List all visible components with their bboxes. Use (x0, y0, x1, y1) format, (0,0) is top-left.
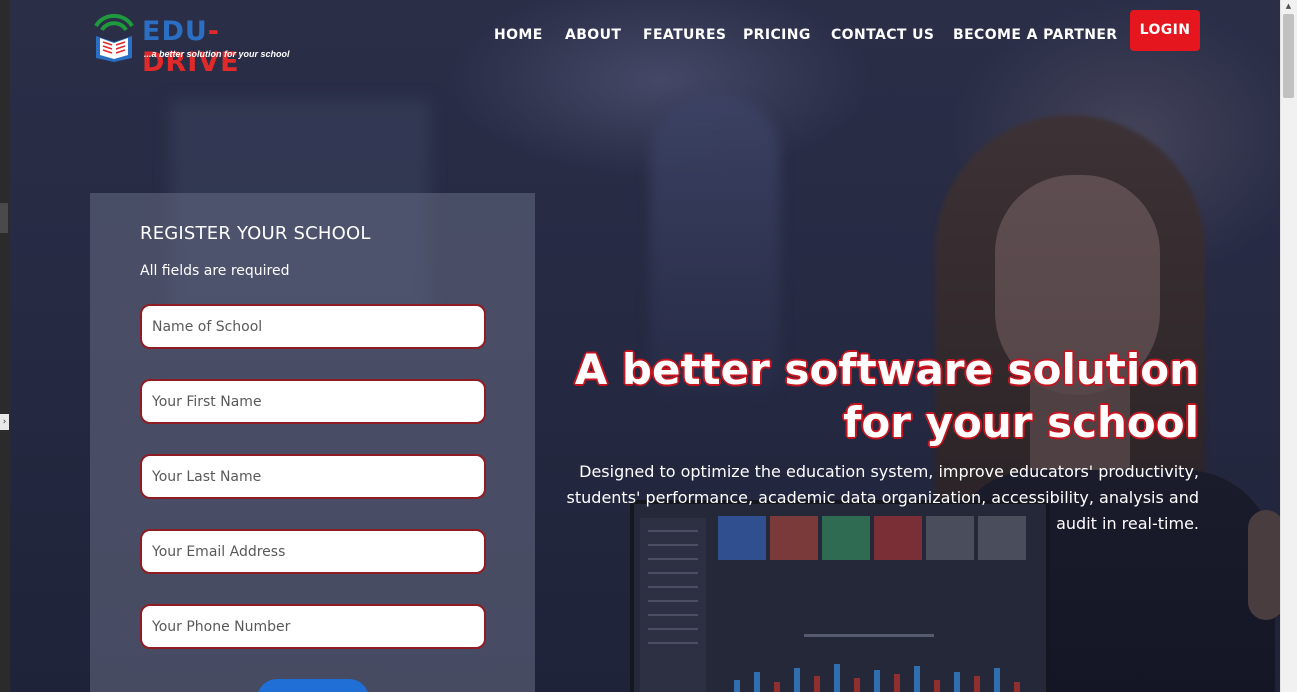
side-panel-tab[interactable] (0, 203, 8, 233)
hero-person-hand (1248, 510, 1280, 620)
register-title: REGISTER YOUR SCHOOL (140, 223, 371, 244)
logo-wordmark: EDU-DRIVE (142, 16, 307, 78)
phone-input[interactable] (140, 604, 486, 649)
nav-features[interactable]: FEATURES (643, 27, 726, 43)
login-button[interactable]: LOGIN (1130, 10, 1200, 51)
hero-description: Designed to optimize the education syste… (566, 462, 1199, 533)
register-submit-button[interactable] (257, 679, 369, 692)
logo-tagline: ...a better solution for your school (144, 49, 290, 59)
hero-headline: A better software solution for your scho… (559, 343, 1199, 449)
nav-contact-us[interactable]: CONTACT US (831, 27, 934, 43)
first-name-input[interactable] (140, 379, 486, 424)
chevron-right-icon[interactable]: › (0, 414, 9, 430)
scroll-up-arrow-icon[interactable]: ▲ (1284, 2, 1293, 10)
window-left-edge (0, 0, 10, 692)
register-subtitle: All fields are required (140, 263, 290, 279)
nav-home[interactable]: HOME (494, 27, 543, 43)
school-name-input[interactable] (140, 304, 486, 349)
nav-about[interactable]: ABOUT (565, 27, 621, 43)
hero-headline-line2: for your school (843, 398, 1199, 447)
hero-headline-line1: A better software solution (574, 345, 1199, 394)
email-input[interactable] (140, 529, 486, 574)
main-nav: HOME ABOUT FEATURES PRICING CONTACT US B… (0, 27, 1297, 47)
register-panel: REGISTER YOUR SCHOOL All fields are requ… (90, 193, 535, 692)
page-scrollbar[interactable]: ▲ (1280, 0, 1297, 692)
nav-become-a-partner[interactable]: BECOME A PARTNER (953, 27, 1117, 43)
scrollbar-thumb[interactable] (1283, 14, 1294, 98)
last-name-input[interactable] (140, 454, 486, 499)
nav-pricing[interactable]: PRICING (743, 27, 811, 43)
